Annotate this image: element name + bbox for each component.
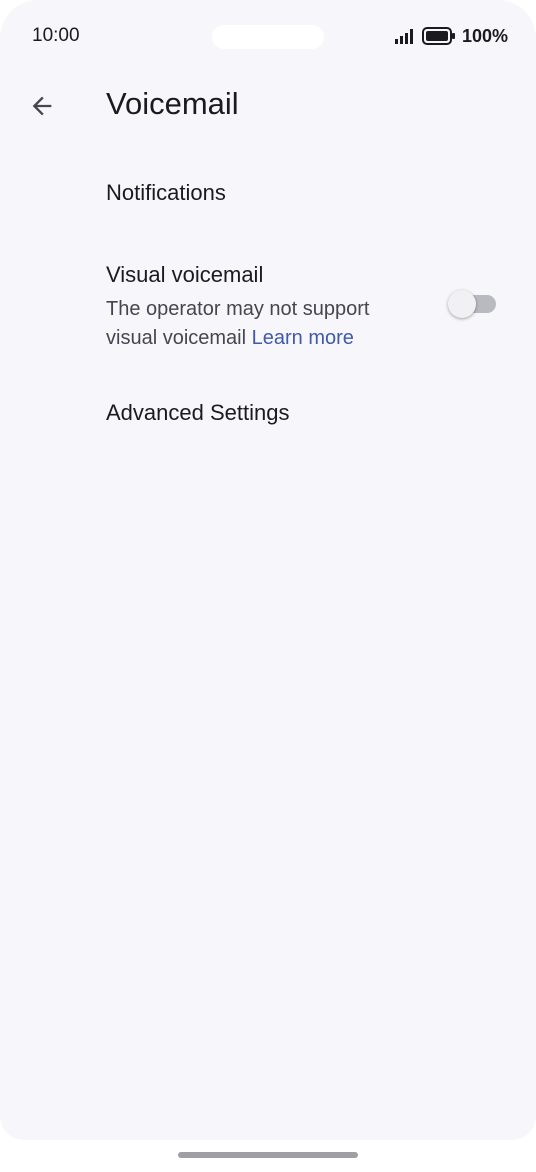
back-button[interactable] <box>20 84 64 128</box>
notifications-item[interactable]: Notifications <box>0 160 536 230</box>
visual-voicemail-toggle[interactable] <box>448 290 500 318</box>
status-icons: 100% <box>394 25 508 47</box>
app-bar: Voicemail <box>0 72 536 140</box>
camera-cutout <box>212 25 324 49</box>
visual-voicemail-summary: The operator may not support visual voic… <box>106 295 426 353</box>
visual-voicemail-title: Visual voicemail <box>106 262 264 287</box>
summary-line2: visual voicemail <box>106 327 247 349</box>
notifications-title: Notifications <box>106 180 226 205</box>
phone-screen: 10:00 100% Voicemail Notifications Visua… <box>0 0 536 1140</box>
battery-icon <box>421 27 455 45</box>
advanced-settings-title: Advanced Settings <box>106 400 290 425</box>
toggle-thumb <box>448 290 476 318</box>
advanced-settings-item[interactable]: Advanced Settings <box>0 380 536 450</box>
status-time: 10:00 <box>32 25 80 46</box>
signal-icon <box>394 29 413 44</box>
summary-line1: The operator may not support <box>106 298 370 320</box>
learn-more-link[interactable]: Learn more <box>252 327 354 349</box>
battery-percentage: 100% <box>461 25 508 46</box>
home-indicator[interactable] <box>178 1152 358 1158</box>
arrow-back-icon <box>32 96 52 116</box>
page-title: Voicemail <box>106 86 239 121</box>
status-bar: 10:00 100% <box>0 0 536 72</box>
